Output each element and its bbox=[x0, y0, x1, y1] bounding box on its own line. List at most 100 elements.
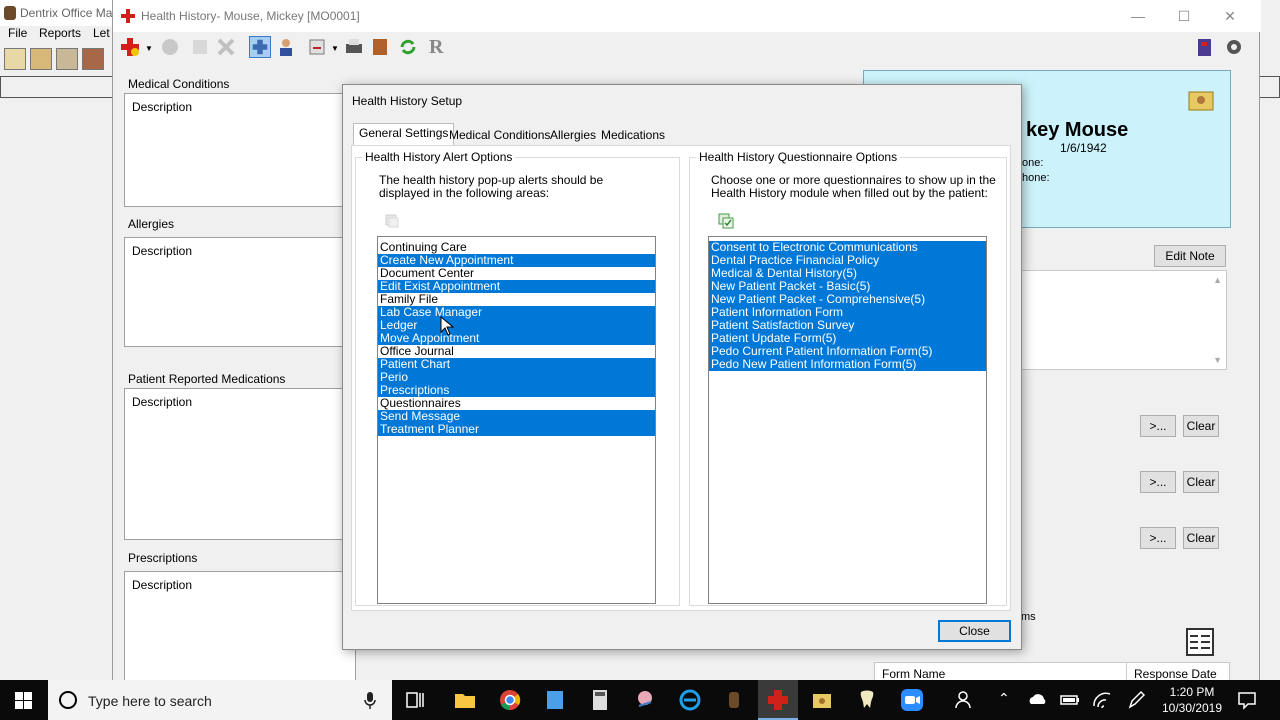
health-history-setup-dialog: Health History Setup General Settings Me… bbox=[342, 84, 1022, 650]
select-all-icon[interactable] bbox=[384, 213, 400, 229]
onedrive-icon[interactable] bbox=[1026, 688, 1050, 712]
questionnaire-list-item[interactable]: Pedo New Patient Information Form(5) bbox=[709, 358, 986, 371]
response-date-column[interactable]: Response Date bbox=[1134, 667, 1217, 681]
menu-letters[interactable]: Let bbox=[93, 26, 110, 40]
clear-button-1[interactable]: Clear bbox=[1183, 415, 1219, 437]
description-header: Description bbox=[132, 395, 193, 409]
calculator-icon[interactable] bbox=[588, 688, 612, 712]
chart-icon[interactable] bbox=[56, 48, 78, 70]
taskbar-search-box[interactable]: Type here to search bbox=[48, 680, 392, 720]
patient-name: key Mouse bbox=[1026, 119, 1129, 141]
patient-photo-icon[interactable] bbox=[1188, 89, 1214, 111]
clock-time: 1:20 PM bbox=[1169, 685, 1215, 699]
appointment-icon[interactable] bbox=[30, 48, 52, 70]
file-explorer-icon[interactable] bbox=[453, 688, 477, 712]
clear-button-3[interactable]: Clear bbox=[1183, 527, 1219, 549]
windows-taskbar: Type here to search ⌃ 1:20 PM 10/30/2019 bbox=[0, 680, 1280, 720]
tab-general-settings[interactable]: General Settings bbox=[353, 123, 455, 146]
copy-icon[interactable] bbox=[189, 36, 211, 58]
folder-icon[interactable] bbox=[810, 688, 834, 712]
people-icon[interactable] bbox=[953, 688, 977, 712]
form-name-column[interactable]: Form Name bbox=[882, 667, 945, 681]
allergies-label: Allergies bbox=[128, 217, 175, 231]
dropdown-arrow-icon[interactable]: ▼ bbox=[145, 44, 153, 53]
alert-areas-listbox[interactable]: Continuing Care Create New Appointment Doc… bbox=[377, 236, 656, 604]
forms-icon[interactable] bbox=[307, 36, 329, 58]
rx-icon[interactable]: R bbox=[429, 36, 443, 59]
forms-dropdown-icon[interactable]: ▼ bbox=[331, 44, 339, 53]
prescriptions-panel: Description bbox=[124, 571, 356, 681]
address-book-icon[interactable] bbox=[1193, 36, 1215, 58]
dentrix-title: Dentrix Office Ma bbox=[20, 6, 113, 20]
windows-start-icon[interactable] bbox=[15, 692, 32, 709]
browse-button-2[interactable]: >... bbox=[1140, 471, 1176, 493]
phone-label: one: bbox=[1022, 157, 1044, 169]
dentrix-icon[interactable] bbox=[722, 688, 746, 712]
refresh-icon[interactable] bbox=[397, 36, 419, 58]
pen-icon[interactable] bbox=[1125, 688, 1149, 712]
questionnaire-options-title: Health History Questionnaire Options bbox=[696, 150, 901, 164]
edit-icon[interactable] bbox=[159, 36, 181, 58]
add-alert-icon[interactable] bbox=[119, 36, 141, 58]
chrome-icon[interactable] bbox=[498, 688, 522, 712]
dentrix-toolbar bbox=[0, 46, 120, 72]
battery-icon[interactable] bbox=[1058, 688, 1082, 712]
cortana-icon bbox=[59, 691, 77, 709]
window-title: Health History- Mouse, Mickey [MO0001] bbox=[141, 9, 360, 23]
general-settings-panel: Health History Alert Options The health … bbox=[351, 145, 1011, 611]
browse-button-3[interactable]: >... bbox=[1140, 527, 1176, 549]
prescriptions-label: Prescriptions bbox=[128, 551, 198, 565]
description-header: Description bbox=[132, 244, 193, 258]
gear-icon[interactable] bbox=[1223, 36, 1245, 58]
tab-medications[interactable]: Medications bbox=[595, 125, 671, 145]
clear-button-2[interactable]: Clear bbox=[1183, 471, 1219, 493]
medical-conditions-label: Medical Conditions bbox=[128, 77, 230, 91]
microphone-icon[interactable] bbox=[364, 692, 376, 709]
taskbar-clock[interactable]: 1:20 PM 10/30/2019 bbox=[1156, 684, 1228, 716]
browse-button-1[interactable]: >... bbox=[1140, 415, 1176, 437]
minimize-button[interactable]: — bbox=[1123, 6, 1153, 26]
print-icon[interactable] bbox=[343, 36, 365, 58]
questionnaires-listbox[interactable]: Consent to Electronic Communications Dent… bbox=[708, 236, 987, 604]
edit-note-button[interactable]: Edit Note bbox=[1154, 245, 1226, 267]
notifications-icon[interactable] bbox=[1235, 688, 1259, 712]
dentrix-title-bar: Dentrix Office Ma bbox=[0, 0, 120, 26]
close-window-button[interactable]: ✕ bbox=[1215, 6, 1245, 26]
patient-icon[interactable] bbox=[277, 36, 299, 58]
tab-medical-conditions[interactable]: Medical Conditions bbox=[443, 125, 556, 145]
health-history-icon[interactable] bbox=[249, 36, 271, 58]
tooth-app-icon[interactable] bbox=[855, 688, 879, 712]
maximize-button[interactable]: ☐ bbox=[1169, 6, 1199, 26]
alert-area-list-item[interactable]: Patient Chart bbox=[378, 358, 655, 371]
description-header: Description bbox=[132, 100, 193, 114]
form-layout-icon[interactable] bbox=[1186, 628, 1214, 656]
show-hidden-icons-icon[interactable]: ⌃ bbox=[998, 690, 1010, 707]
scroll-down-icon[interactable]: ▼ bbox=[1213, 355, 1222, 365]
alert-area-list-item[interactable]: Lab Case Manager bbox=[378, 306, 655, 319]
health-history-taskbar-item[interactable] bbox=[758, 680, 798, 720]
allergies-panel: Description bbox=[124, 237, 356, 347]
notepad-icon[interactable] bbox=[543, 688, 567, 712]
zoom-icon[interactable] bbox=[900, 688, 924, 712]
select-all-questionnaires-icon[interactable] bbox=[717, 212, 735, 230]
internet-explorer-icon[interactable] bbox=[678, 688, 702, 712]
tab-allergies[interactable]: Allergies bbox=[544, 125, 602, 145]
search-placeholder: Type here to search bbox=[88, 693, 212, 709]
menu-reports[interactable]: Reports bbox=[39, 26, 81, 40]
red-cross-taskbar-icon bbox=[768, 690, 788, 710]
close-button[interactable]: Close bbox=[938, 620, 1011, 642]
menu-file[interactable]: File bbox=[8, 26, 27, 40]
delete-icon[interactable] bbox=[215, 36, 237, 58]
alert-area-list-item[interactable]: Treatment Planner bbox=[378, 423, 655, 436]
health-history-toolbar: ▼ ▼ R bbox=[113, 32, 1261, 64]
wifi-icon[interactable] bbox=[1090, 688, 1114, 712]
ledger-icon[interactable] bbox=[82, 48, 104, 70]
clock-date: 10/30/2019 bbox=[1161, 701, 1223, 715]
tooth-icon[interactable] bbox=[4, 48, 26, 70]
alert-options-group: Health History Alert Options The health … bbox=[355, 150, 680, 606]
book-icon[interactable] bbox=[369, 36, 391, 58]
snipping-icon[interactable] bbox=[633, 688, 657, 712]
description-header: Description bbox=[132, 578, 193, 592]
scroll-up-icon[interactable]: ▲ bbox=[1213, 275, 1222, 285]
task-view-icon[interactable] bbox=[404, 688, 428, 712]
